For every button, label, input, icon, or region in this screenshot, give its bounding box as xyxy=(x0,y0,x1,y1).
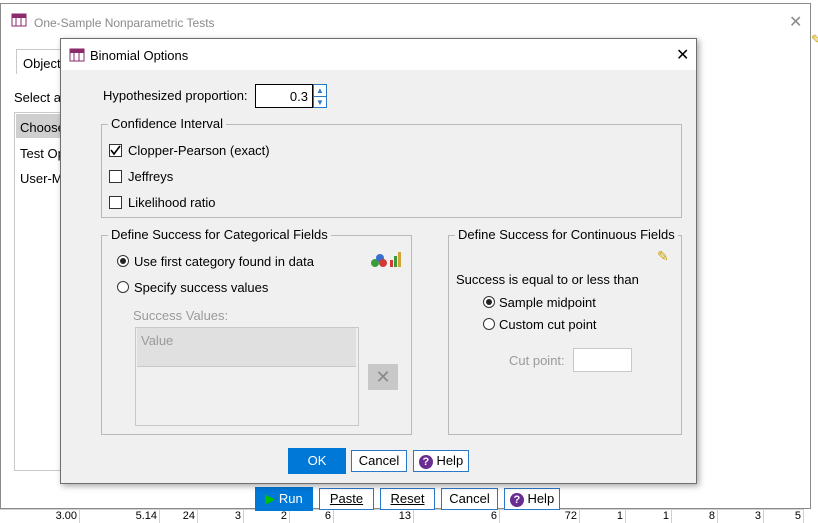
help-icon: ? xyxy=(509,493,524,507)
hypothesized-proportion-input[interactable] xyxy=(255,84,313,108)
dialog-title: Binomial Options xyxy=(90,48,189,63)
categorical-fields-icon xyxy=(370,250,404,271)
specify-success-values-radio[interactable] xyxy=(117,281,129,293)
checkbox-label: Jeffreys xyxy=(128,169,174,184)
likelihood-ratio-checkbox[interactable] xyxy=(109,196,122,209)
delete-icon: ✕ xyxy=(375,367,391,387)
group-label: Confidence Interval xyxy=(108,116,227,131)
cut-point-label: Cut point: xyxy=(509,353,565,368)
help-button[interactable]: ? Help xyxy=(413,450,469,472)
radio-label: Use first category found in data xyxy=(134,254,314,269)
success-equal-label: Success is equal to or less than xyxy=(456,272,639,287)
radio-label: Sample midpoint xyxy=(499,295,596,310)
list-item[interactable]: Test Op xyxy=(20,146,65,161)
ruler-icon: ✎ xyxy=(657,248,669,264)
ruler-icon: ✎ xyxy=(811,32,818,47)
chevron-down-icon[interactable]: ▼ xyxy=(314,97,326,108)
delete-value-button[interactable]: ✕ xyxy=(368,364,398,390)
group-label: Define Success for Continuous Fields xyxy=(455,227,678,242)
list-item[interactable]: Choose xyxy=(20,120,65,135)
continuous-success-group: Define Success for Continuous Fields ✎ S… xyxy=(448,227,682,435)
use-first-category-radio[interactable] xyxy=(117,255,129,267)
cancel-button[interactable]: Cancel xyxy=(351,450,407,472)
chevron-up-icon[interactable]: ▲ xyxy=(314,85,326,97)
list-item[interactable]: User-M xyxy=(20,171,63,186)
app-icon xyxy=(69,47,85,66)
cancel-button[interactable]: Cancel xyxy=(441,488,498,510)
proportion-spinner[interactable]: ▲ ▼ xyxy=(313,84,327,108)
success-values-label: Success Values: xyxy=(133,308,229,323)
app-icon xyxy=(11,12,27,31)
radio-label: Specify success values xyxy=(134,280,269,295)
help-button[interactable]: ? Help xyxy=(504,488,560,510)
categorical-success-group: Define Success for Categorical Fields Us… xyxy=(101,227,412,435)
jeffreys-checkbox[interactable] xyxy=(109,170,122,183)
clopper-pearson-checkbox[interactable] xyxy=(109,144,122,157)
run-button[interactable]: ▶ Run xyxy=(255,487,313,511)
select-label: Select a xyxy=(14,90,61,105)
parent-title: One-Sample Nonparametric Tests xyxy=(34,16,215,30)
help-icon: ? xyxy=(418,455,433,469)
radio-label: Custom cut point xyxy=(499,317,597,332)
checkbox-label: Likelihood ratio xyxy=(128,195,216,210)
sample-midpoint-radio[interactable] xyxy=(483,296,495,308)
close-icon[interactable]: ✕ xyxy=(676,45,689,65)
cut-point-input[interactable] xyxy=(573,348,632,372)
value-column-header: Value xyxy=(137,328,356,367)
group-label: Define Success for Categorical Fields xyxy=(108,227,331,242)
checkbox-label: Clopper-Pearson (exact) xyxy=(128,143,270,158)
paste-button[interactable]: Paste xyxy=(319,488,374,510)
success-values-table: Value xyxy=(135,327,359,426)
value-header-label: Value xyxy=(141,333,174,348)
binomial-options-dialog: Binomial Options ✕ Hypothesized proporti… xyxy=(60,38,697,484)
ok-button[interactable]: OK xyxy=(288,448,346,474)
confidence-interval-group: Confidence Interval Clopper-Pearson (exa… xyxy=(101,116,682,218)
play-icon: ▶ xyxy=(265,491,276,506)
parent-close-icon[interactable]: ✕ xyxy=(789,12,802,32)
reset-button[interactable]: Reset xyxy=(380,488,435,510)
hypothesized-label: Hypothesized proportion: xyxy=(103,88,248,103)
custom-cut-point-radio[interactable] xyxy=(483,318,495,330)
